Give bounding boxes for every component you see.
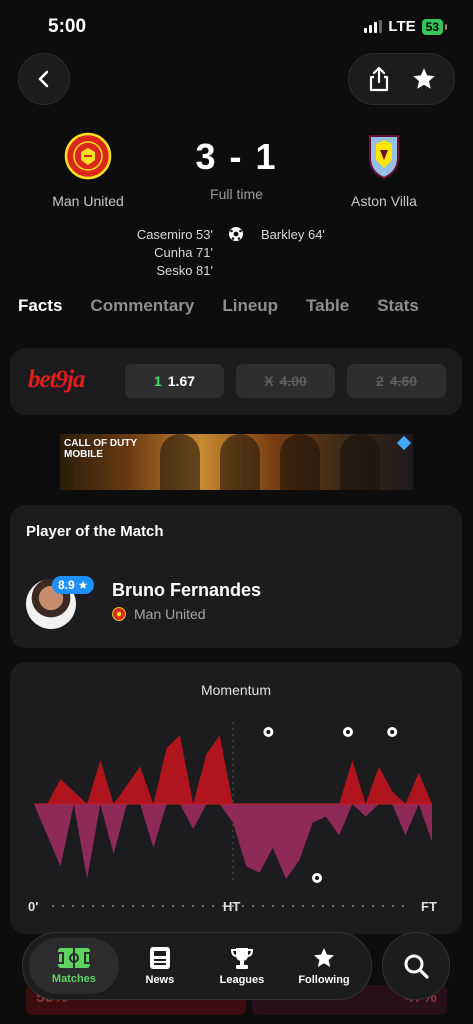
scorer: Barkley 64' — [261, 227, 325, 242]
search-icon — [404, 954, 429, 979]
status-time: 5:00 — [48, 16, 87, 37]
share-icon — [370, 66, 389, 92]
rating-badge: 8.9 — [52, 576, 94, 594]
tab-lineup[interactable]: Lineup — [222, 296, 278, 324]
favorite-button[interactable] — [404, 59, 444, 99]
share-button[interactable] — [359, 59, 399, 99]
nav-label: Following — [298, 974, 350, 986]
battery-icon: 53 — [421, 18, 448, 35]
bet9ja-logo[interactable]: bet9ja — [28, 366, 85, 394]
away-team-name: Aston Villa — [351, 193, 417, 209]
match-status: Full time — [210, 186, 263, 202]
odds-value: 1.67 — [167, 373, 196, 389]
bottom-nav: Matches News Leagues Following — [22, 932, 372, 1000]
score: 3 - 1 — [195, 136, 278, 177]
goal-marker-away — [312, 873, 323, 883]
chart-title: Momentum — [200, 682, 272, 698]
odds-label: 1 — [153, 373, 162, 389]
chevron-left-icon — [38, 70, 49, 88]
home-scorers: Casemiro 53' Cunha 71' Sesko 81' — [137, 226, 213, 280]
news-icon — [149, 947, 170, 969]
signal-icon — [364, 20, 383, 33]
odds-away-button[interactable]: 2 4.60 — [347, 364, 446, 398]
momentum-series-home — [34, 735, 432, 804]
away-scorers: Barkley 64' — [261, 226, 325, 244]
star-icon — [78, 580, 87, 589]
tab-facts[interactable]: Facts — [18, 296, 62, 324]
football-icon — [229, 227, 243, 241]
nav-news[interactable]: News — [119, 938, 201, 994]
goal-marker-home — [263, 727, 274, 737]
player-team: Man United — [134, 606, 206, 622]
momentum-card: Momentum 0' HT FT — [10, 662, 462, 934]
section-title: Player of the Match — [26, 523, 164, 540]
tab-stats[interactable]: Stats — [377, 296, 419, 324]
star-icon — [313, 948, 334, 967]
home-team-name: Man United — [52, 193, 124, 209]
axis-label-end: FT — [421, 899, 437, 914]
trophy-icon — [230, 948, 253, 969]
nav-leagues[interactable]: Leagues — [201, 938, 283, 994]
player-name: Bruno Fernandes — [112, 580, 262, 600]
search-button[interactable] — [382, 932, 450, 1000]
odds-label: X — [264, 373, 274, 389]
scorer: Cunha 71' — [154, 245, 213, 260]
odds-draw-button[interactable]: X 4.00 — [236, 364, 335, 398]
ad-logo: CALL OF DUTY MOBILE — [64, 438, 138, 460]
player-of-the-match-card[interactable]: Player of the Match 8.9 Bruno Fernandes … — [10, 505, 462, 648]
odds-value: 4.00 — [279, 373, 307, 389]
aston-villa-crest-icon — [369, 135, 399, 180]
match-tabs: Facts Commentary Lineup Table Stats — [18, 296, 473, 324]
axis-dots — [52, 905, 412, 907]
betting-card: bet9ja 1 1.67 X 4.00 2 4.60 — [10, 348, 462, 415]
home-team[interactable]: Man United — [18, 130, 158, 209]
match-actions — [348, 53, 455, 105]
nav-label: Leagues — [219, 974, 265, 986]
scorer: Casemiro 53' — [136, 227, 213, 242]
momentum-chart — [34, 722, 432, 883]
odds-home-button[interactable]: 1 1.67 — [125, 364, 224, 398]
man-united-crest-icon — [64, 132, 112, 180]
nav-label: Matches — [51, 973, 96, 985]
goal-marker-home — [387, 727, 398, 737]
odds-value: 4.60 — [389, 373, 418, 389]
man-united-crest-icon — [112, 607, 126, 621]
tab-commentary[interactable]: Commentary — [90, 296, 194, 324]
away-team[interactable]: Aston Villa — [314, 130, 454, 209]
network-label: LTE — [388, 18, 416, 35]
nav-label: News — [145, 974, 175, 986]
goal-marker-home — [342, 727, 353, 737]
nav-matches[interactable]: Matches — [29, 938, 119, 994]
nav-following[interactable]: Following — [283, 938, 365, 994]
odds-label: 2 — [375, 373, 384, 389]
ad-banner[interactable]: CALL OF DUTY MOBILE — [60, 434, 413, 490]
back-button[interactable] — [18, 53, 70, 105]
match-header: Man United 3 - 1 Full time Aston Villa C… — [0, 130, 473, 280]
tab-table[interactable]: Table — [306, 296, 349, 324]
axis-label-start: 0' — [28, 899, 39, 914]
scorer: Sesko 81' — [156, 263, 213, 278]
status-bar: 5:00 LTE 53 — [0, 0, 473, 54]
star-icon — [412, 68, 435, 89]
ad-artwork — [160, 434, 410, 490]
status-indicators: LTE 53 — [364, 18, 448, 35]
pitch-icon — [56, 948, 91, 968]
